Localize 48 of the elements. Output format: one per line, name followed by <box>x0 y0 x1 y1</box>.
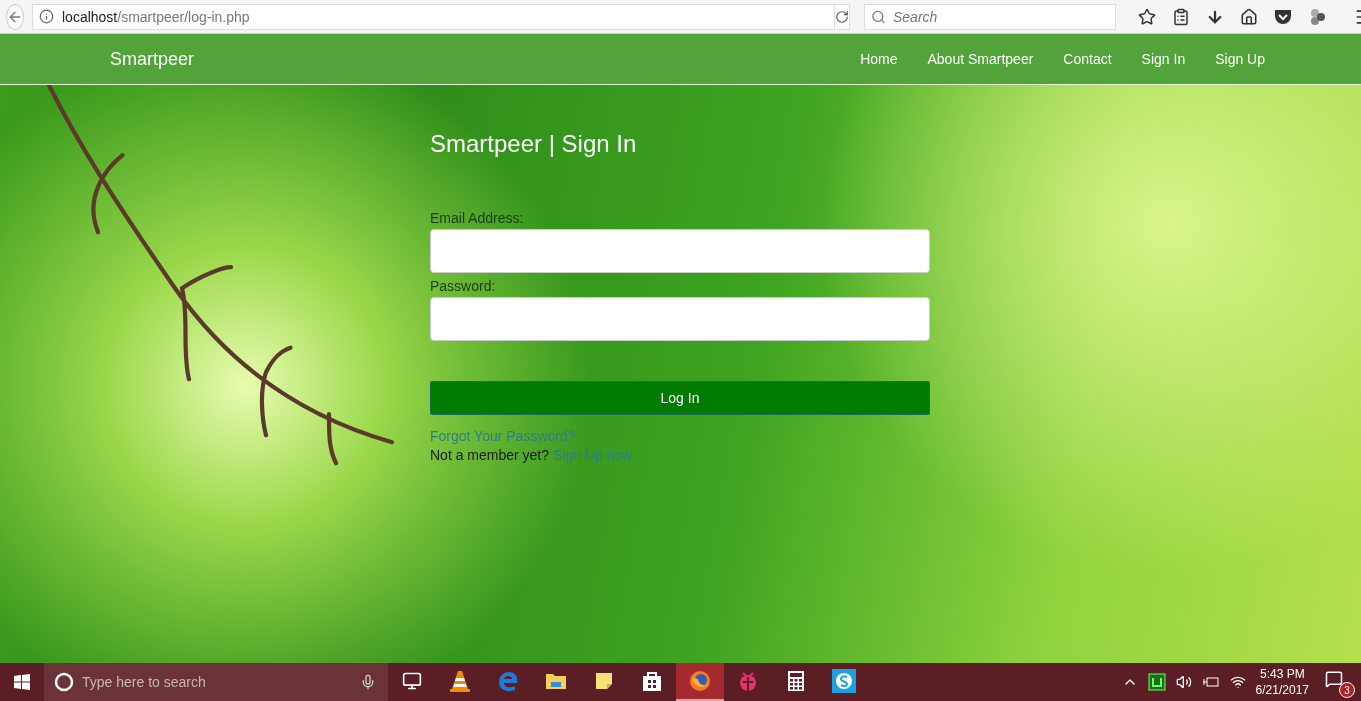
home-icon[interactable] <box>1240 7 1258 26</box>
nav-link[interactable]: Contact <box>1063 51 1112 67</box>
form-title: Smartpeer | Sign In <box>430 130 638 158</box>
info-icon <box>39 9 54 24</box>
pocket-icon[interactable] <box>1274 8 1292 25</box>
task-view-icon <box>402 671 422 691</box>
star-icon[interactable] <box>1138 7 1156 26</box>
nav-link[interactable]: Sign Up <box>1215 51 1265 67</box>
back-button[interactable] <box>6 3 24 30</box>
search-field[interactable]: Search <box>864 3 1116 30</box>
brand-link[interactable]: Smartpeer <box>110 48 195 70</box>
reload-icon <box>835 9 849 24</box>
battery-plug-icon <box>1201 675 1220 689</box>
calculator-icon <box>787 670 805 692</box>
notifications-button[interactable]: 3 <box>1319 666 1355 698</box>
nav-link[interactable]: About Smartpeer <box>927 51 1034 67</box>
letter-s-icon <box>832 669 856 693</box>
fox-globe-icon <box>689 670 711 692</box>
clipboard-icon[interactable] <box>1172 7 1190 26</box>
wifi-icon <box>1229 674 1246 690</box>
tray-app-icon <box>1147 673 1166 691</box>
clock[interactable]: 5:43 PM 6/21/2017 <box>1255 666 1309 698</box>
search-icon <box>871 9 886 24</box>
folder-icon <box>545 672 567 690</box>
spheres-icon[interactable] <box>1308 7 1326 26</box>
circle-icon <box>54 672 74 692</box>
notification-count: 3 <box>1339 682 1355 698</box>
input-field[interactable] <box>430 229 930 273</box>
message-icon <box>1325 670 1343 688</box>
nav-link[interactable]: Sign In <box>1141 51 1186 67</box>
taskbar-search-field[interactable]: Type here to search <box>44 663 388 701</box>
traffic-cone-icon <box>450 670 470 692</box>
field-label: Password: <box>430 278 497 294</box>
input-field[interactable] <box>430 297 930 341</box>
reload-button[interactable] <box>835 3 850 30</box>
sticky-note-icon <box>595 672 613 690</box>
forgot-password-link[interactable]: Forgot Your Password? <box>430 428 576 444</box>
volume-icon <box>1175 674 1192 690</box>
microphone-icon[interactable] <box>360 674 376 690</box>
signup-prompt: Not a member yet? Sign Up now <box>430 447 633 463</box>
field-label: Email Address: <box>430 210 525 226</box>
shopping-bag-icon <box>642 670 662 692</box>
four-panes-icon <box>14 674 30 690</box>
bug-icon <box>737 670 759 692</box>
nav-link[interactable]: Home <box>860 51 898 67</box>
address-bar[interactable]: localhost/smartpeer/log-in.php <box>32 3 835 30</box>
letter-e-icon <box>497 670 519 692</box>
login-button[interactable]: Log In <box>430 381 930 415</box>
